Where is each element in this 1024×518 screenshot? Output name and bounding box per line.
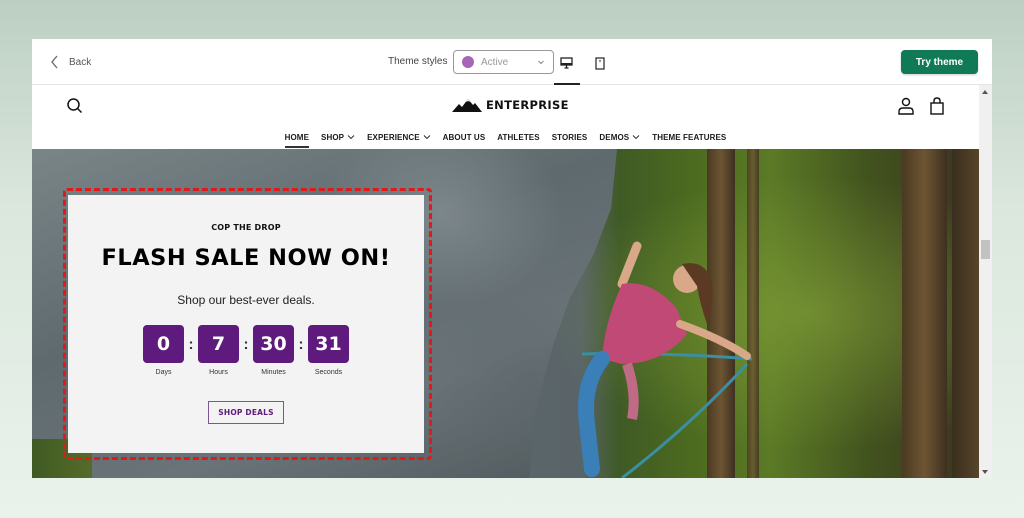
countdown-label: Seconds bbox=[314, 369, 343, 376]
countdown-label: Hours bbox=[209, 369, 228, 376]
store-preview: ENTERPRISE HOME SHOP EXPERIENCE ABOUT US… bbox=[32, 85, 979, 478]
climber-image bbox=[578, 241, 753, 478]
chevron-left-icon bbox=[51, 55, 58, 69]
countdown-seconds: 31 Seconds bbox=[308, 325, 349, 376]
countdown-separator: : bbox=[243, 335, 249, 353]
store-header: ENTERPRISE HOME SHOP EXPERIENCE ABOUT US… bbox=[32, 85, 979, 149]
mobile-view-button[interactable] bbox=[588, 52, 612, 74]
nav-item-theme-features[interactable]: THEME FEATURES bbox=[646, 130, 732, 144]
theme-style-value: Active bbox=[481, 56, 509, 68]
countdown-hours: 7 Hours bbox=[198, 325, 239, 376]
desktop-icon bbox=[559, 57, 573, 69]
tree-trunk bbox=[902, 149, 947, 478]
nav-item-athletes[interactable]: ATHLETES bbox=[491, 130, 545, 144]
countdown-days: 0 Days bbox=[143, 325, 184, 376]
chevron-down-icon bbox=[538, 60, 544, 65]
promo-eyebrow: COP THE DROP bbox=[211, 223, 281, 232]
nav-item-stories[interactable]: STORIES bbox=[546, 130, 594, 144]
chevron-down-icon bbox=[423, 135, 430, 140]
scroll-down-arrow-icon[interactable] bbox=[982, 470, 988, 474]
nav-label: THEME FEATURES bbox=[652, 132, 727, 142]
chevron-down-icon bbox=[347, 135, 355, 140]
countdown-minutes: 30 Minutes bbox=[253, 325, 294, 376]
nav-item-about-us[interactable]: ABOUT US bbox=[437, 130, 492, 144]
nav-label: STORIES bbox=[551, 132, 588, 142]
countdown-value: 0 bbox=[143, 325, 184, 363]
nav-item-home[interactable]: HOME bbox=[279, 130, 315, 148]
search-icon[interactable] bbox=[66, 97, 84, 115]
back-label: Back bbox=[69, 56, 92, 68]
preview-scrollbar[interactable] bbox=[979, 85, 992, 478]
nav-label: ATHLETES bbox=[497, 132, 540, 142]
promo-title: FLASH SALE NOW ON! bbox=[101, 245, 391, 271]
theme-editor-toolbar: Back Theme styles Active Try theme bbox=[32, 39, 992, 85]
back-button[interactable]: Back bbox=[50, 53, 91, 71]
countdown-value: 31 bbox=[308, 325, 349, 363]
chevron-down-icon bbox=[632, 135, 640, 140]
nav-label: DEMOS bbox=[599, 132, 630, 142]
theme-styles-label: Theme styles bbox=[388, 56, 448, 67]
logo-text: ENTERPRISE bbox=[486, 98, 569, 112]
promo-subtitle: Shop our best-ever deals. bbox=[177, 293, 315, 307]
nav-label: HOME bbox=[284, 132, 310, 142]
style-color-swatch bbox=[462, 56, 474, 68]
cart-bag-icon[interactable] bbox=[929, 97, 945, 115]
try-theme-button[interactable]: Try theme bbox=[901, 50, 978, 74]
countdown-value: 30 bbox=[253, 325, 294, 363]
countdown-separator: : bbox=[298, 335, 304, 353]
shop-deals-button[interactable]: SHOP DEALS bbox=[208, 401, 284, 424]
account-icon[interactable] bbox=[897, 97, 915, 115]
flash-sale-card: COP THE DROP FLASH SALE NOW ON! Shop our… bbox=[68, 195, 424, 453]
hero-banner: COP THE DROP FLASH SALE NOW ON! Shop our… bbox=[32, 149, 979, 478]
scrollbar-thumb[interactable] bbox=[981, 240, 990, 259]
tree-trunk bbox=[952, 149, 979, 478]
nav-label: EXPERIENCE bbox=[367, 132, 420, 142]
countdown-separator: : bbox=[188, 335, 194, 353]
countdown-value: 7 bbox=[198, 325, 239, 363]
theme-style-select[interactable]: Active bbox=[453, 50, 554, 74]
store-logo[interactable]: ENTERPRISE bbox=[452, 98, 569, 112]
nav-item-shop[interactable]: SHOP bbox=[315, 130, 361, 144]
desktop-view-button[interactable] bbox=[554, 52, 578, 74]
nav-item-experience[interactable]: EXPERIENCE bbox=[361, 130, 437, 144]
nav-label: ABOUT US bbox=[442, 132, 486, 142]
mobile-icon bbox=[595, 56, 605, 70]
main-nav: HOME SHOP EXPERIENCE ABOUT US ATHLETES S… bbox=[32, 130, 979, 149]
nav-label: SHOP bbox=[321, 132, 345, 142]
countdown-timer: 0 Days : 7 Hours : 30 Minutes : 31 Secon… bbox=[143, 325, 349, 376]
mountain-logo-icon bbox=[452, 99, 482, 112]
countdown-label: Days bbox=[155, 369, 172, 376]
theme-preview-window: Back Theme styles Active Try theme ENTER… bbox=[32, 39, 992, 478]
scroll-up-arrow-icon[interactable] bbox=[982, 90, 988, 94]
countdown-label: Minutes bbox=[261, 369, 286, 376]
nav-item-demos[interactable]: DEMOS bbox=[593, 130, 646, 144]
